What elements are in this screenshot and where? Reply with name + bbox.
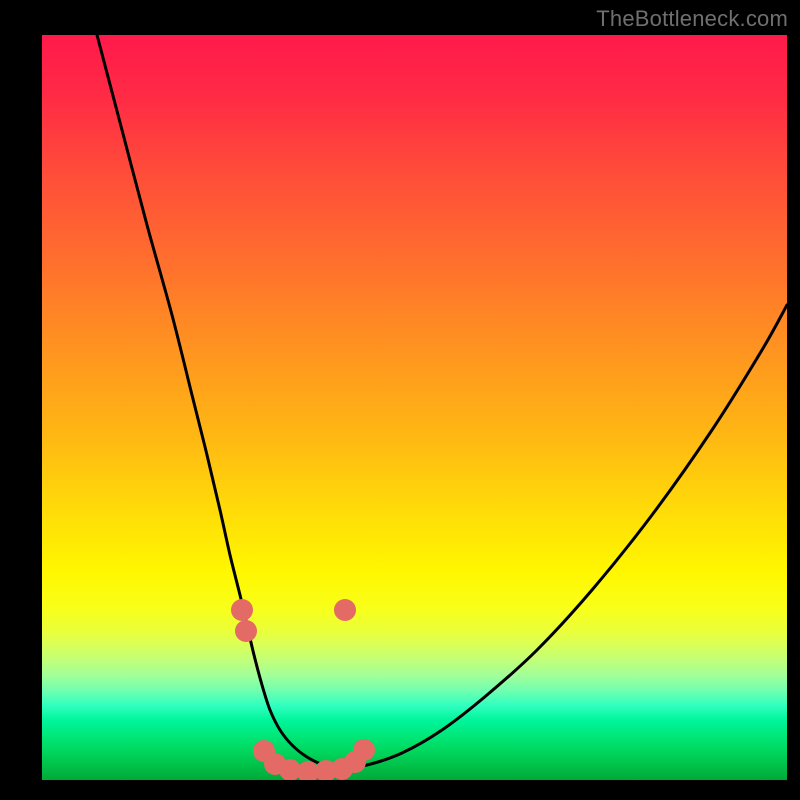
plot-area xyxy=(42,35,787,780)
chart-frame: TheBottleneck.com xyxy=(0,0,800,800)
bottleneck-curve xyxy=(97,35,787,768)
curve-layer xyxy=(97,35,787,768)
highlight-dot xyxy=(353,739,375,761)
curve-svg xyxy=(42,35,787,780)
highlight-dot xyxy=(231,599,253,621)
watermark-text: TheBottleneck.com xyxy=(596,6,788,32)
highlight-dot xyxy=(235,620,257,642)
highlight-dot xyxy=(334,599,356,621)
